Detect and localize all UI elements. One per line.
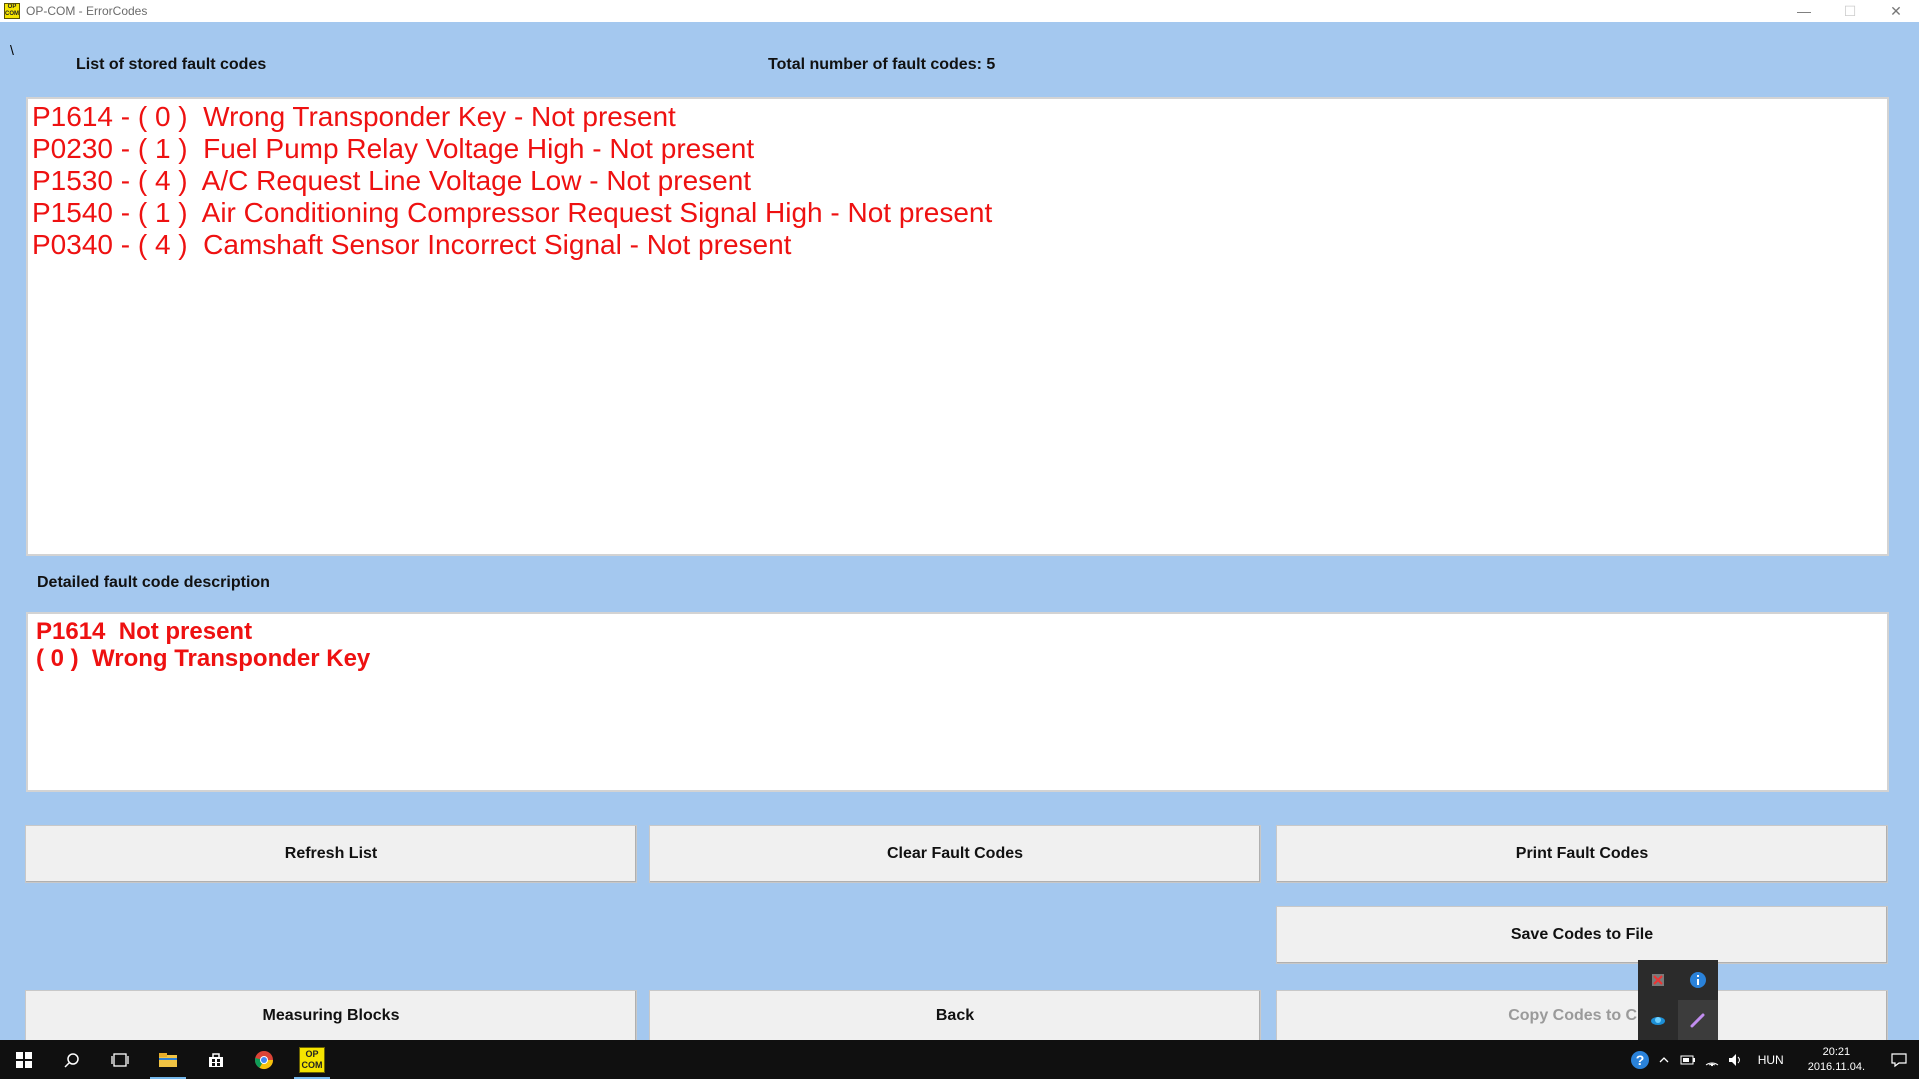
chrome-icon <box>255 1050 273 1069</box>
tray-app-icon[interactable] <box>1638 960 1678 1000</box>
list-title: List of stored fault codes <box>76 56 267 73</box>
close-button[interactable]: ✕ <box>1873 0 1919 22</box>
fault-code-row[interactable]: P0230 - ( 1 ) Fuel Pump Relay Voltage Hi… <box>32 133 1883 165</box>
wifi-icon[interactable] <box>1700 1040 1724 1079</box>
file-explorer-button[interactable] <box>144 1040 192 1079</box>
detail-description: ( 0 ) Wrong Transponder Key <box>36 645 371 672</box>
help-icon[interactable]: ? <box>1628 1040 1652 1079</box>
chevron-up-icon[interactable] <box>1652 1040 1676 1079</box>
chrome-button[interactable] <box>240 1040 288 1079</box>
folder-icon <box>159 1052 177 1067</box>
search-icon <box>64 1052 79 1068</box>
taskbar: OP COM ? HUN 20:21 2016.11.04. <box>0 1040 1919 1079</box>
clear-fault-codes-button[interactable]: Clear Fault Codes <box>649 825 1261 883</box>
fault-detail-box[interactable]: P1614 Not present ( 0 ) Wrong Transponde… <box>26 612 1889 792</box>
fault-code-list[interactable]: P1614 - ( 0 ) Wrong Transponder Key - No… <box>26 97 1889 556</box>
fault-code-row[interactable]: P1614 - ( 0 ) Wrong Transponder Key - No… <box>32 101 1883 133</box>
window-title: OP-COM - ErrorCodes <box>26 4 148 18</box>
start-button[interactable] <box>0 1040 48 1079</box>
pen-icon[interactable] <box>1678 1000 1718 1040</box>
fault-code-row[interactable]: P1540 - ( 1 ) Air Conditioning Compresso… <box>32 197 1883 229</box>
sync-icon[interactable] <box>1638 1000 1678 1040</box>
volume-icon[interactable] <box>1724 1040 1748 1079</box>
op-com-window: OP COM OP-COM - ErrorCodes — ☐ ✕ \ List … <box>0 0 1919 1079</box>
store-icon <box>209 1052 223 1067</box>
print-fault-codes-button[interactable]: Print Fault Codes <box>1276 825 1888 883</box>
window-controls: — ☐ ✕ <box>1781 0 1919 22</box>
title-bar: OP COM OP-COM - ErrorCodes — ☐ ✕ <box>0 0 1919 22</box>
op-com-taskbar-button[interactable]: OP COM <box>288 1040 336 1079</box>
op-com-taskbar-icon: OP COM <box>299 1046 325 1073</box>
detail-code-status: P1614 Not present <box>36 618 253 645</box>
save-codes-to-file-button[interactable]: Save Codes to File <box>1276 906 1888 964</box>
fault-code-row[interactable]: P0340 - ( 4 ) Camshaft Sensor Incorrect … <box>32 229 1883 261</box>
op-com-app-icon: OP COM <box>4 3 20 19</box>
clock-time: 20:21 <box>1822 1045 1851 1058</box>
fault-code-row[interactable]: P1530 - ( 4 ) A/C Request Line Voltage L… <box>32 165 1883 197</box>
copy-codes-to-clipboard-button[interactable]: Copy Codes to Clip <box>1276 990 1888 1042</box>
input-language[interactable]: HUN <box>1758 1053 1784 1067</box>
windows-icon <box>16 1051 32 1068</box>
clock-date: 2016.11.04. <box>1807 1060 1865 1073</box>
total-fault-count: Total number of fault codes: 5 <box>768 56 996 73</box>
notification-icon <box>1891 1052 1907 1067</box>
task-view-button[interactable] <box>96 1040 144 1079</box>
search-button[interactable] <box>48 1040 96 1079</box>
battery-icon[interactable] <box>1676 1040 1700 1079</box>
tray-overflow-popup <box>1638 960 1718 1040</box>
measuring-blocks-button[interactable]: Measuring Blocks <box>25 990 637 1042</box>
store-button[interactable] <box>192 1040 240 1079</box>
task-view-icon <box>111 1052 129 1067</box>
refresh-list-button[interactable]: Refresh List <box>25 825 637 883</box>
svg-text:?: ? <box>1635 1052 1644 1068</box>
backslash-mark: \ <box>10 42 14 58</box>
action-center-button[interactable] <box>1879 1040 1919 1079</box>
info-icon[interactable] <box>1678 960 1718 1000</box>
system-tray: ? HUN 20:21 2016.11.04. <box>1628 1040 1919 1079</box>
back-button[interactable]: Back <box>649 990 1261 1042</box>
minimize-button[interactable]: — <box>1781 0 1827 22</box>
detail-title: Detailed fault code description <box>37 574 270 591</box>
maximize-button[interactable]: ☐ <box>1827 0 1873 22</box>
clock[interactable]: 20:21 2016.11.04. <box>1808 1045 1865 1075</box>
